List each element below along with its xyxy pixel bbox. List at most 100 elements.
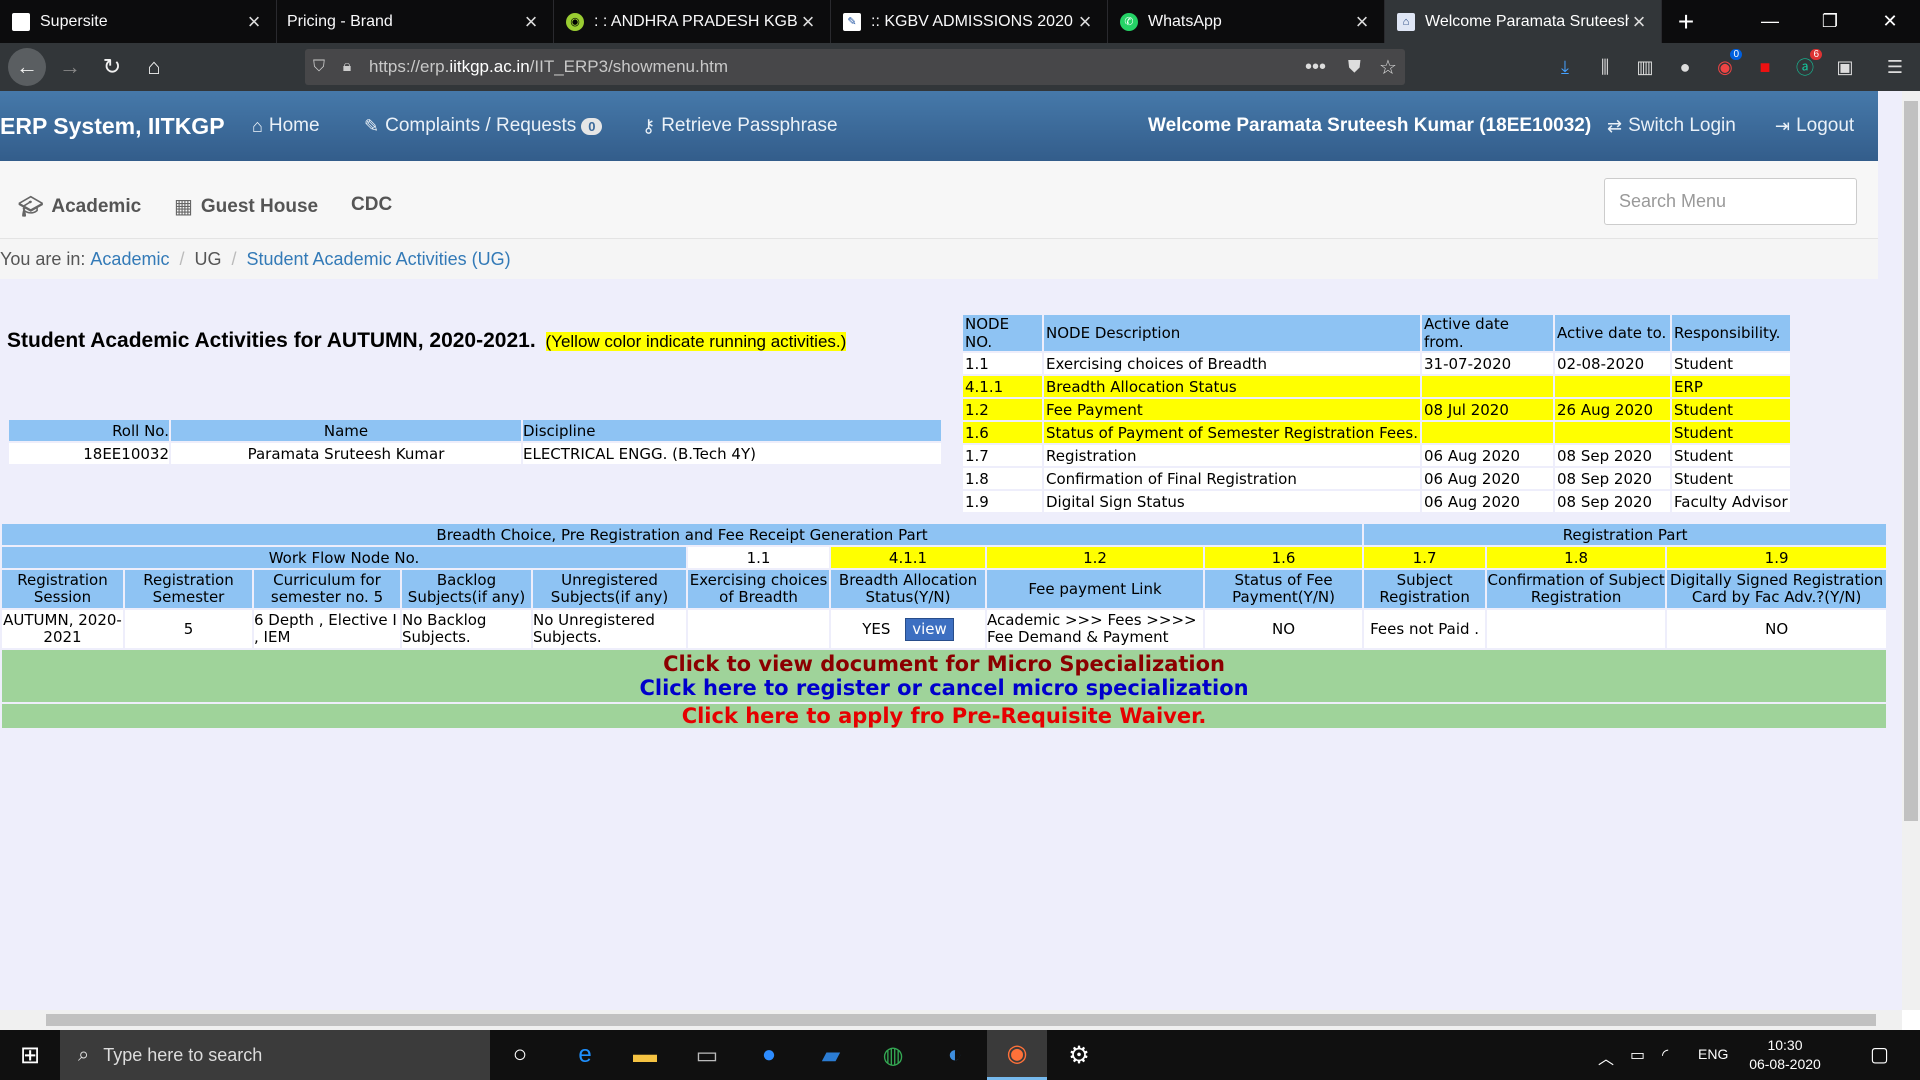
restore-icon[interactable]: ❐ (1800, 0, 1860, 43)
column-header: Confirmation of Subject Registration (1487, 570, 1666, 608)
node-resp: Student (1672, 353, 1790, 374)
windows-start-icon[interactable]: ⊞ (0, 1030, 60, 1080)
tray-chevron-icon[interactable]: ︿ (1598, 1045, 1614, 1069)
chrome-icon[interactable]: ◍ (863, 1030, 923, 1080)
scroll-thumb[interactable] (46, 1014, 1876, 1026)
part-header-registration: Registration Part (1364, 524, 1887, 545)
edit-icon: ✎ (364, 115, 380, 136)
close-window-icon[interactable]: ✕ (1860, 0, 1920, 43)
logout-link[interactable]: ⇥ Logout (1775, 115, 1854, 137)
tab-erp-welcome[interactable]: ⌂ Welcome Paramata Sruteesh K × (1385, 0, 1662, 43)
extension-icon[interactable]: ▣ (1832, 55, 1858, 79)
bookmark-star-icon[interactable]: ☆ (1379, 55, 1397, 80)
reload-icon[interactable]: ↻ (94, 49, 130, 85)
tab-title: Supersite (40, 12, 108, 30)
new-tab-button[interactable]: + (1662, 0, 1710, 43)
clock[interactable]: 10:30 06-08-2020 (1745, 1036, 1825, 1074)
student-info-table: Roll No. Name Discipline 18EE10032 Param… (7, 418, 943, 466)
retrieve-passphrase-link[interactable]: ⚷ Retrieve Passphrase (642, 115, 838, 137)
extension-badge: 0 (1730, 49, 1742, 60)
logout-icon: ⇥ (1775, 115, 1791, 136)
node-no: 4.1.1 (963, 376, 1042, 397)
taskbar-search-box[interactable]: ⌕ Type here to search (60, 1030, 490, 1080)
back-arrow-icon[interactable]: ← (8, 48, 46, 86)
tab-kgbv-admissions[interactable]: ✎ :: KGBV ADMISSIONS 2020 :: × (831, 0, 1108, 43)
tab-title: WhatsApp (1148, 12, 1222, 30)
menu-hamburger-icon[interactable]: ☰ (1882, 55, 1908, 79)
column-header: Active date to. (1555, 315, 1670, 351)
node-no: 1.7 (963, 445, 1042, 466)
menu-cdc[interactable]: CDC (351, 194, 392, 216)
remote-desktop-icon[interactable]: ▰ (801, 1030, 861, 1080)
home-icon: ⌂ (252, 115, 263, 136)
tab-andhra-kgbv[interactable]: ◉ : : ANDHRA PRADESH KGBV : : × (554, 0, 831, 43)
vertical-scrollbar[interactable] (1902, 91, 1920, 1010)
close-tab-icon[interactable]: × (1629, 9, 1649, 35)
grammar-icon[interactable]: ⓐ 6 (1792, 49, 1822, 79)
node-to: 08 Sep 2020 (1555, 468, 1670, 489)
wifi-icon[interactable]: ◜ (1662, 1045, 1668, 1065)
account-icon[interactable]: ● (1672, 55, 1698, 79)
prerequisite-waiver-link[interactable]: Click here to apply fro Pre-Requisite Wa… (682, 704, 1207, 728)
forward-arrow-icon[interactable]: → (52, 49, 88, 85)
address-bar[interactable]: ⛉ 🔒︎ https://erp.iitkgp.ac.in/IIT_ERP3/s… (305, 49, 1405, 85)
node-from (1422, 376, 1553, 397)
close-tab-icon[interactable]: × (1352, 9, 1372, 35)
url-text: https://erp.iitkgp.ac.in/IIT_ERP3/showme… (369, 57, 729, 76)
fee-payment-link[interactable]: Academic >>> Fees >>>> Fee Demand & Paym… (987, 610, 1203, 648)
file-explorer-icon[interactable]: ▬ (615, 1030, 675, 1080)
menu-academic[interactable]: 🎓︎ Academic (18, 194, 141, 219)
view-button[interactable]: view (905, 617, 954, 641)
page-actions-icon[interactable]: ••• (1305, 56, 1326, 79)
horizontal-scrollbar[interactable] (0, 1010, 1902, 1030)
menu-guest-house[interactable]: ▦ Guest House (174, 194, 318, 219)
settings-gear-icon[interactable]: ⚙ (1049, 1030, 1109, 1080)
digital-sign-status: NO (1667, 610, 1887, 648)
tab-whatsapp[interactable]: ✆ WhatsApp × (1108, 0, 1385, 43)
column-header: Roll No. (9, 420, 169, 441)
search-menu-input[interactable]: Search Menu (1604, 178, 1857, 225)
lock-icon[interactable]: 🔒︎ (333, 58, 361, 76)
micro-specialization-doc-link[interactable]: Click to view document for Micro Special… (2, 652, 1886, 676)
home-icon[interactable]: ⌂ (136, 49, 172, 85)
close-tab-icon[interactable]: × (1075, 9, 1095, 35)
close-tab-icon[interactable]: × (521, 9, 541, 35)
scroll-thumb[interactable] (1904, 101, 1918, 821)
breadcrumb-student-activities[interactable]: Student Academic Activities (UG) (246, 249, 510, 270)
node-desc: Breadth Allocation Status (1044, 376, 1420, 397)
shield-icon[interactable]: ⛉ (305, 58, 333, 76)
notification-icon[interactable]: ▢ (1870, 1042, 1889, 1067)
firefox-dev-icon[interactable]: ◐ (925, 1030, 985, 1080)
terminal-icon[interactable]: ▭ (677, 1030, 737, 1080)
close-tab-icon[interactable]: × (244, 9, 264, 35)
subject-registration: Fees not Paid . (1364, 610, 1486, 648)
library-icon[interactable]: ⫼ (1592, 55, 1618, 79)
minimize-icon[interactable]: — (1740, 0, 1800, 43)
node-to: 08 Sep 2020 (1555, 491, 1670, 512)
cortana-icon[interactable]: ○ (490, 1030, 550, 1080)
zoom-icon[interactable]: ● (739, 1030, 799, 1080)
edge-icon[interactable]: e (555, 1030, 615, 1080)
column-header: Subject Registration (1364, 570, 1486, 608)
switch-login-link[interactable]: ⇄ Switch Login (1607, 115, 1736, 137)
registration-session: AUTUMN, 2020-2021 (2, 610, 123, 648)
firefox-icon[interactable]: ◉ (987, 1030, 1047, 1080)
brand-title[interactable]: ERP System, IITKGP (0, 113, 225, 140)
adobe-icon[interactable]: ■ (1752, 55, 1778, 79)
close-tab-icon[interactable]: × (798, 9, 818, 35)
complaints-link[interactable]: ✎ Complaints / Requests 0 (364, 115, 603, 137)
tab-supersite[interactable]: Supersite × (0, 0, 277, 43)
download-icon[interactable]: ⤓ (1552, 55, 1578, 79)
language-indicator[interactable]: ENG (1698, 1046, 1728, 1062)
breadcrumb-academic[interactable]: Academic (90, 249, 169, 270)
micro-specialization-register-link[interactable]: Click here to register or cancel micro s… (2, 676, 1886, 700)
extension-red-icon[interactable]: ◉ 0 (1712, 49, 1742, 79)
home-link[interactable]: ⌂ Home (252, 115, 320, 137)
sidebar-icon[interactable]: ▥ (1632, 55, 1658, 79)
node-desc: Fee Payment (1044, 399, 1420, 420)
tab-pricing-brand[interactable]: Pricing - Brand × (277, 0, 554, 43)
pocket-icon[interactable]: ⛊ (1348, 57, 1361, 77)
column-header: Curriculum for semester no. 5 (254, 570, 400, 608)
node-resp: Student (1672, 399, 1790, 420)
battery-icon[interactable]: ▭ (1630, 1045, 1645, 1065)
